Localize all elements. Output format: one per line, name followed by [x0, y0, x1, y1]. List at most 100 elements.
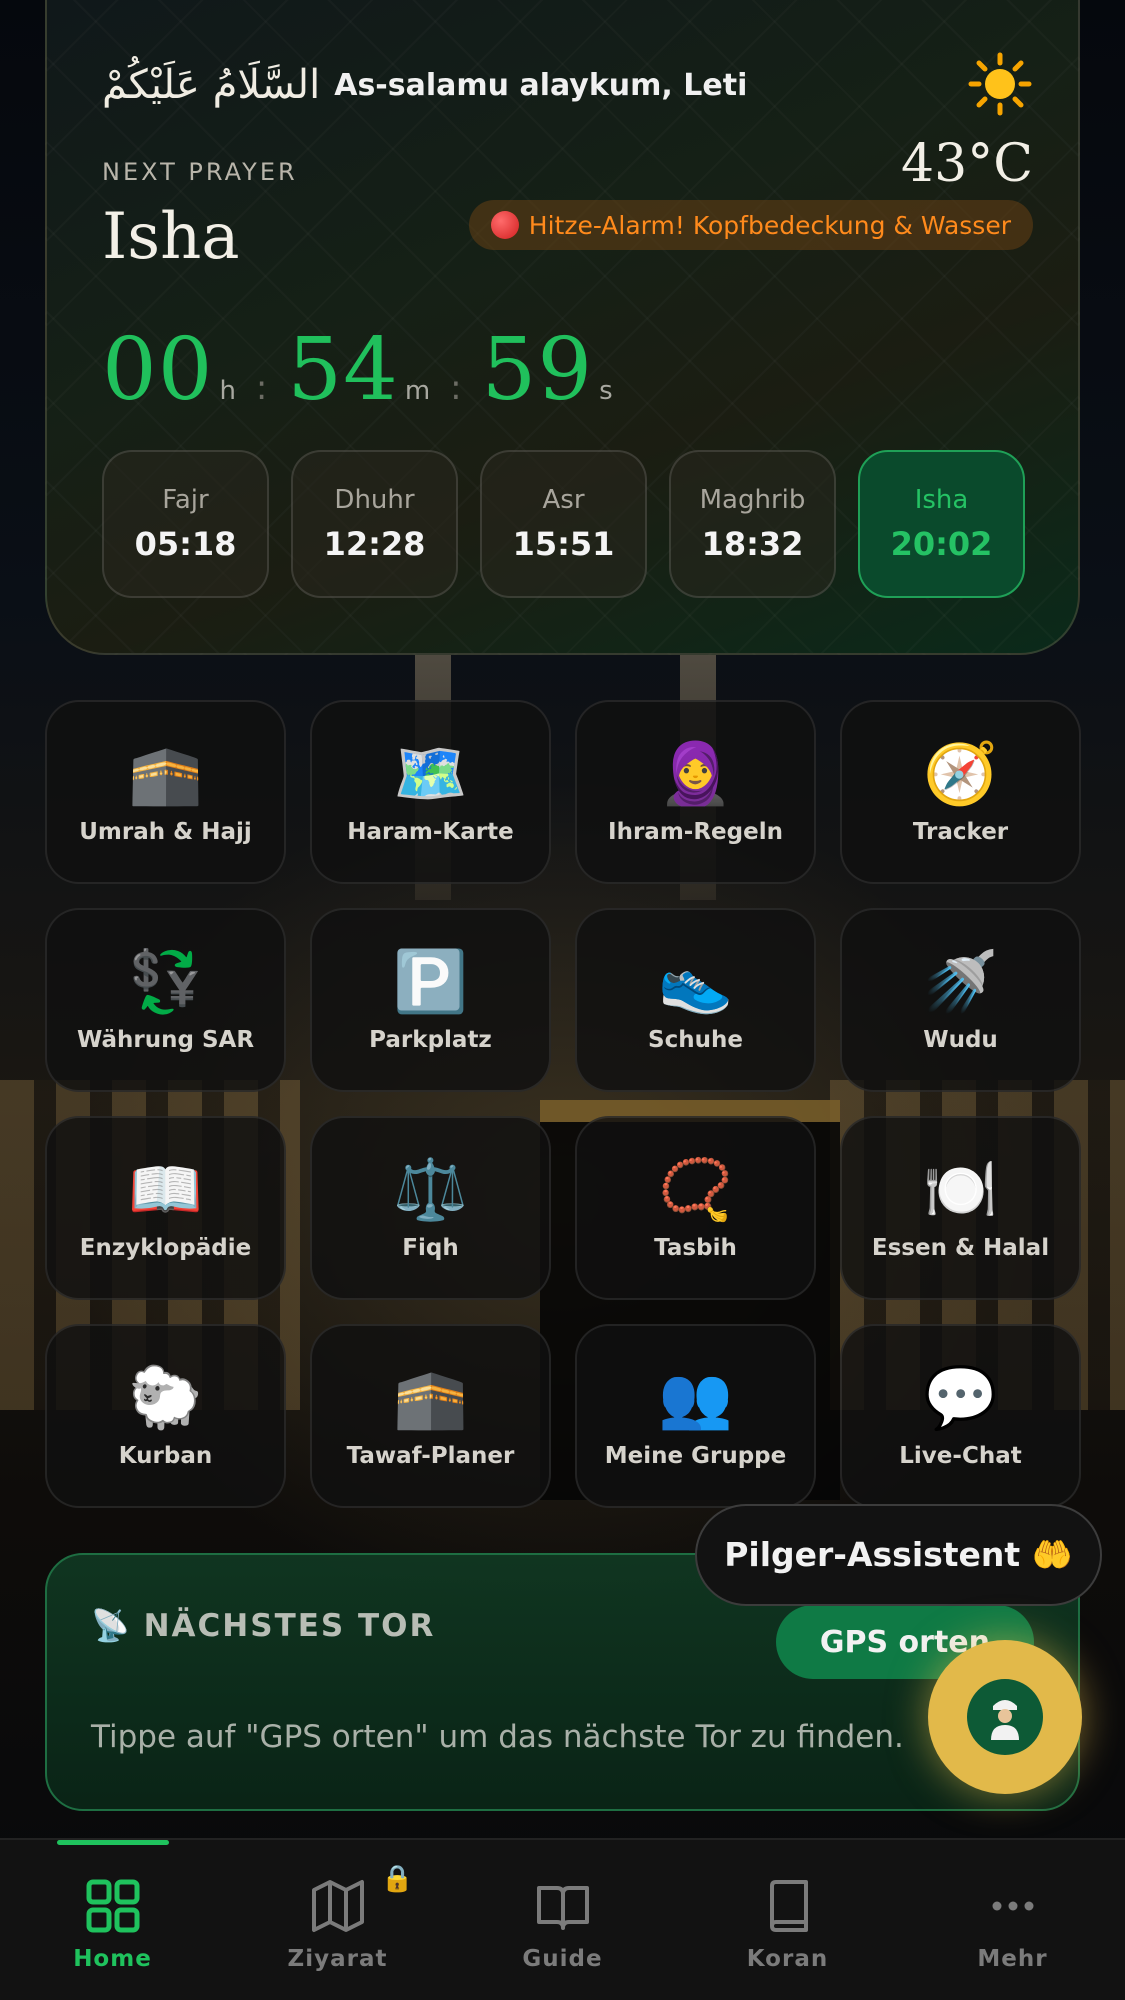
shoe-icon: 👟 — [658, 947, 733, 1017]
heat-alert-text: Hitze-Alarm! Kopfbedeckung & Wasser — [528, 210, 1011, 240]
nav-koran[interactable]: Koran — [675, 1840, 900, 2000]
tile-label: Meine Gruppe — [604, 1443, 787, 1469]
tile-schuhe[interactable]: 👟 Schuhe — [575, 908, 816, 1092]
tile-kurban[interactable]: 🐑 Kurban — [45, 1324, 286, 1508]
active-tab-indicator — [56, 1840, 169, 1845]
currency-exchange-icon: 💱 — [128, 947, 203, 1017]
tile-live-chat[interactable]: 💬 Live-Chat — [840, 1324, 1081, 1508]
pilgrim-avatar-icon — [967, 1679, 1043, 1755]
satellite-icon: 📡 — [91, 1608, 132, 1644]
bottom-nav: Home 🔒 Ziyarat Guide Koran Mehr — [0, 1838, 1125, 2000]
tile-haram-karte[interactable]: 🗺️ Haram-Karte — [310, 700, 551, 884]
countdown-separator: : — [255, 368, 268, 408]
more-icon — [992, 1901, 1033, 1911]
greeting-arabic: السَّلَامُ عَلَيْكُمْ — [102, 62, 321, 108]
greeting-row: السَّلَامُ عَلَيْكُمْ As-salamu alaykum,… — [102, 62, 747, 108]
tile-essen-halal[interactable]: 🍽️ Essen & Halal — [840, 1116, 1081, 1300]
nav-mehr[interactable]: Mehr — [900, 1840, 1125, 2000]
tile-label: Parkplatz — [369, 1027, 492, 1053]
nav-label: Koran — [746, 1946, 829, 1972]
countdown-hours: 00 — [102, 320, 214, 420]
prayer-name: Asr — [542, 485, 585, 515]
tile-label: Schuhe — [648, 1027, 743, 1053]
open-book-icon — [536, 1886, 589, 1930]
tile-tawaf-planer[interactable]: 🕋 Tawaf-Planer — [310, 1324, 551, 1508]
speech-bubble-icon: 💬 — [923, 1363, 998, 1433]
tile-label: Umrah & Hajj — [79, 819, 252, 845]
prayer-time-dhuhr[interactable]: Dhuhr 12:28 — [291, 450, 458, 598]
prayer-time: 05:18 — [134, 525, 237, 563]
tile-label: Tracker — [912, 819, 1009, 845]
tile-umrah-hajj[interactable]: 🕋 Umrah & Hajj — [45, 700, 286, 884]
scales-icon: ⚖️ — [393, 1155, 468, 1225]
gate-title: NÄCHSTES TOR — [143, 1607, 436, 1644]
tile-label: Wudu — [923, 1027, 998, 1053]
tile-meine-gruppe[interactable]: 👥 Meine Gruppe — [575, 1324, 816, 1508]
world-map-icon: 🗺️ — [393, 739, 468, 809]
countdown-seconds: 59 — [481, 320, 594, 420]
prayer-time: 12:28 — [323, 525, 426, 563]
nav-ziyarat[interactable]: 🔒 Ziyarat — [225, 1840, 450, 2000]
people-icon: 👥 — [658, 1363, 733, 1433]
greeting-text: As-salamu alaykum, Leti — [334, 67, 748, 103]
prayer-name: Maghrib — [699, 485, 806, 515]
feature-grid: 🕋 Umrah & Hajj 🗺️ Haram-Karte 🧕 Ihram-Re… — [45, 700, 1081, 1508]
kaaba-icon: 🕋 — [393, 1363, 468, 1433]
open-book-icon: 📖 — [128, 1155, 203, 1225]
grid-icon — [86, 1879, 139, 1933]
tile-tracker[interactable]: 🧭 Tracker — [840, 700, 1081, 884]
prayer-name: Isha — [914, 485, 969, 515]
nav-label: Guide — [522, 1946, 603, 1972]
gate-title-row: 📡 NÄCHSTES TOR — [91, 1607, 436, 1645]
parking-icon: 🅿️ — [393, 947, 468, 1017]
prayer-time: 18:32 — [701, 525, 804, 563]
gate-hint-text: Tippe auf "GPS orten" um das nächste Tor… — [91, 1719, 904, 1755]
tile-label: Tawaf-Planer — [346, 1443, 515, 1469]
tile-waehrung-sar[interactable]: 💱 Währung SAR — [45, 908, 286, 1092]
map-icon — [311, 1880, 364, 1932]
next-prayer-label: NEXT PRAYER — [102, 158, 298, 186]
nav-label: Mehr — [977, 1946, 1048, 1972]
prayer-name: Fajr — [162, 485, 209, 515]
lock-icon: 🔒 — [381, 1864, 414, 1894]
plate-cutlery-icon: 🍽️ — [923, 1155, 998, 1225]
next-prayer-name: Isha — [102, 200, 240, 274]
prayer-time-maghrib[interactable]: Maghrib 18:32 — [669, 450, 836, 598]
heat-alert-badge[interactable]: Hitze-Alarm! Kopfbedeckung & Wasser — [468, 200, 1033, 250]
headscarf-woman-icon: 🧕 — [658, 739, 733, 809]
temperature: 43°C — [901, 134, 1033, 194]
nav-label: Home — [73, 1946, 152, 1972]
prayer-time: 20:02 — [890, 525, 993, 563]
sun-icon — [968, 52, 1032, 116]
tile-tasbih[interactable]: 📿 Tasbih — [575, 1116, 816, 1300]
nav-guide[interactable]: Guide — [450, 1840, 675, 2000]
tile-label: Tasbih — [654, 1235, 737, 1261]
nav-home[interactable]: Home — [0, 1840, 225, 2000]
nav-label: Ziyarat — [287, 1946, 388, 1972]
assistant-fab[interactable] — [928, 1640, 1082, 1794]
tile-parkplatz[interactable]: 🅿️ Parkplatz — [310, 908, 551, 1092]
tile-wudu[interactable]: 🚿 Wudu — [840, 908, 1081, 1092]
kaaba-icon: 🕋 — [128, 739, 203, 809]
prayer-times-row: Fajr 05:18 Dhuhr 12:28 Asr 15:51 Maghrib… — [102, 450, 1025, 598]
tile-fiqh[interactable]: ⚖️ Fiqh — [310, 1116, 551, 1300]
countdown-minutes-unit: m — [404, 376, 431, 406]
tile-label: Live-Chat — [899, 1443, 1022, 1469]
shower-icon: 🚿 — [923, 947, 998, 1017]
prayer-time-isha[interactable]: Isha 20:02 — [858, 450, 1025, 598]
tile-ihram-regeln[interactable]: 🧕 Ihram-Regeln — [575, 700, 816, 884]
prayer-name: Dhuhr — [334, 485, 415, 515]
countdown: 00 h : 54 m : 59 s — [102, 320, 613, 420]
red-circle-icon — [490, 211, 519, 239]
sheep-icon: 🐑 — [128, 1363, 203, 1433]
tile-label: Essen & Halal — [871, 1235, 1050, 1261]
prayer-time-asr[interactable]: Asr 15:51 — [480, 450, 647, 598]
tile-enzyklopaedie[interactable]: 📖 Enzyklopädie — [45, 1116, 286, 1300]
prayer-card: السَّلَامُ عَلَيْكُمْ As-salamu alaykum,… — [45, 0, 1080, 655]
prayer-beads-icon: 📿 — [658, 1155, 733, 1225]
tile-label: Kurban — [118, 1443, 213, 1469]
countdown-seconds-unit: s — [599, 376, 613, 406]
prayer-time: 15:51 — [512, 525, 615, 563]
pilgrim-assistant-button[interactable]: Pilger-Assistent 🤲 — [695, 1504, 1102, 1606]
prayer-time-fajr[interactable]: Fajr 05:18 — [102, 450, 269, 598]
